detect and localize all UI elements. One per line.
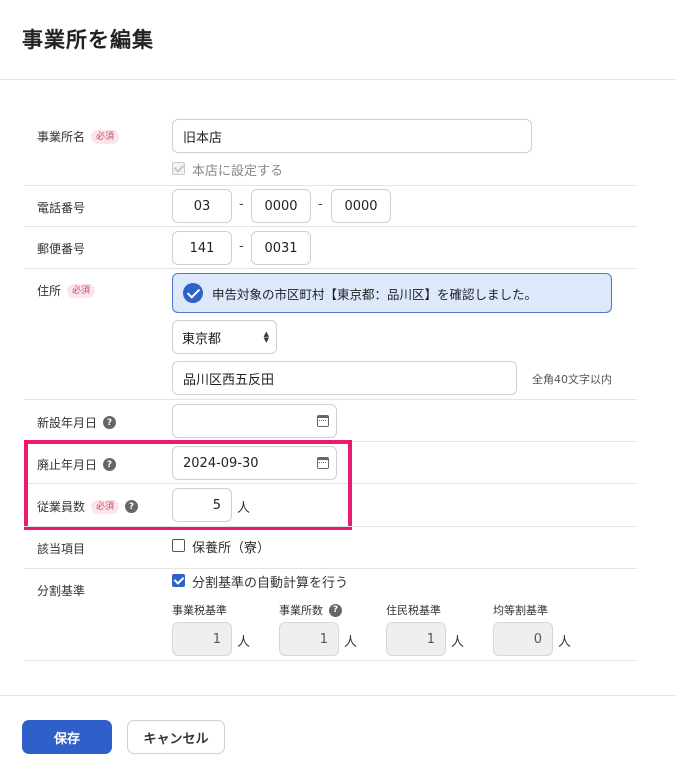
postal-part1-value: 141 xyxy=(189,240,215,256)
header-divider xyxy=(0,79,675,80)
postal-label-text: 郵便番号 xyxy=(37,242,86,256)
postal-part2-value: 0031 xyxy=(264,240,298,256)
office-count-unit: 人 xyxy=(344,635,358,650)
business-tax-basis-value: 1 xyxy=(212,631,221,647)
row-divider xyxy=(24,185,637,186)
recreation-facility-checkbox[interactable] xyxy=(172,539,185,552)
cancel-button[interactable]: キャンセル xyxy=(127,720,225,754)
check-circle-icon xyxy=(183,283,203,303)
help-icon[interactable]: ? xyxy=(103,416,117,429)
row-divider xyxy=(24,526,637,527)
row-divider xyxy=(24,226,637,227)
per-capita-basis-header: 均等割基準 xyxy=(493,602,548,618)
highlight-box xyxy=(24,440,352,530)
modal-title: 事業所を編集 xyxy=(22,28,154,52)
per-capita-basis-label: 均等割基準 xyxy=(493,604,548,617)
business-tax-basis-input: 1 xyxy=(172,622,232,656)
office-name-value: 旧本店 xyxy=(183,130,223,146)
postal-part1-input[interactable]: 141 xyxy=(172,231,232,265)
per-capita-basis-input: 0 xyxy=(493,622,553,656)
save-button[interactable]: 保存 xyxy=(22,720,112,754)
postal-part2-input[interactable]: 0031 xyxy=(251,231,311,265)
division-label-text: 分割基準 xyxy=(37,584,86,598)
auto-calc-checkbox[interactable] xyxy=(172,574,185,587)
row-divider xyxy=(24,660,637,661)
office-count-input: 1 xyxy=(279,622,339,656)
resident-tax-basis-label: 住民税基準 xyxy=(386,604,441,617)
office-name-input[interactable]: 旧本店 xyxy=(172,119,532,153)
business-tax-basis-header: 事業税基準 xyxy=(172,602,227,618)
office-count-value: 1 xyxy=(319,631,328,647)
established-date-label-text: 新設年月日 xyxy=(37,416,98,430)
phone-label-text: 電話番号 xyxy=(37,201,86,215)
applicable-label-text: 該当項目 xyxy=(37,542,86,556)
address-notice-text: 申告対象の市区町村【東京都：品川区】を確認しました。 xyxy=(212,286,538,302)
recreation-facility-checkbox-label[interactable]: 保養所（寮） xyxy=(192,537,270,556)
phone-part3-value: 0000 xyxy=(344,198,378,214)
phone-part2-input[interactable]: 0000 xyxy=(251,189,311,223)
applicable-label: 該当項目 xyxy=(37,540,85,557)
phone-part1-input[interactable]: 03 xyxy=(172,189,232,223)
per-capita-basis-unit: 人 xyxy=(558,635,572,650)
resident-tax-basis-header: 住民税基準 xyxy=(386,602,441,618)
help-icon[interactable]: ? xyxy=(329,603,342,617)
address-confirmed-notice: 申告対象の市区町村【東京都：品川区】を確認しました。 xyxy=(172,273,612,313)
address-label-text: 住所 xyxy=(37,284,62,298)
postal-label: 郵便番号 xyxy=(37,240,85,257)
row-divider xyxy=(24,399,637,400)
required-badge: 必須 xyxy=(67,283,96,298)
row-divider xyxy=(24,568,637,569)
phone-separator-1: - xyxy=(239,197,244,212)
head-office-checkbox-label: 本店に設定する xyxy=(192,164,284,179)
prefecture-select[interactable]: 東京都 ▲ ▼ xyxy=(172,320,277,354)
business-tax-basis-label: 事業税基準 xyxy=(172,604,227,617)
phone-part2-value: 0000 xyxy=(264,198,298,214)
established-date-input[interactable] xyxy=(172,404,337,438)
resident-tax-basis-value: 1 xyxy=(426,631,435,647)
address-length-hint: 全角40文字以内 xyxy=(532,373,612,386)
per-capita-basis-value: 0 xyxy=(533,631,542,647)
street-address-input[interactable]: 品川区西五反田 xyxy=(172,361,517,395)
select-updown-icon: ▲ ▼ xyxy=(263,330,269,344)
division-label: 分割基準 xyxy=(37,582,85,599)
resident-tax-basis-input: 1 xyxy=(386,622,446,656)
street-address-value: 品川区西五反田 xyxy=(183,372,275,388)
prefecture-value: 東京都 xyxy=(182,331,222,347)
footer-divider xyxy=(0,695,675,696)
address-label: 住所 必須 xyxy=(37,282,96,299)
resident-tax-basis-unit: 人 xyxy=(451,635,465,650)
required-badge: 必須 xyxy=(91,129,120,144)
phone-part3-input[interactable]: 0000 xyxy=(331,189,391,223)
phone-part1-value: 03 xyxy=(193,198,211,214)
established-date-label: 新設年月日 ? xyxy=(37,414,117,431)
office-count-label: 事業所数 xyxy=(279,604,323,617)
postal-separator: - xyxy=(239,239,244,254)
auto-calc-checkbox-label[interactable]: 分割基準の自動計算を行う xyxy=(192,572,348,591)
head-office-checkbox xyxy=(172,162,185,175)
business-tax-basis-unit: 人 xyxy=(237,635,251,650)
phone-label: 電話番号 xyxy=(37,199,85,216)
calendar-icon[interactable] xyxy=(317,415,329,427)
phone-separator-2: - xyxy=(318,197,323,212)
row-divider xyxy=(24,268,637,269)
office-name-label: 事業所名 必須 xyxy=(37,128,120,145)
office-name-label-text: 事業所名 xyxy=(37,130,86,144)
office-count-header: 事業所数 ? xyxy=(279,602,342,618)
